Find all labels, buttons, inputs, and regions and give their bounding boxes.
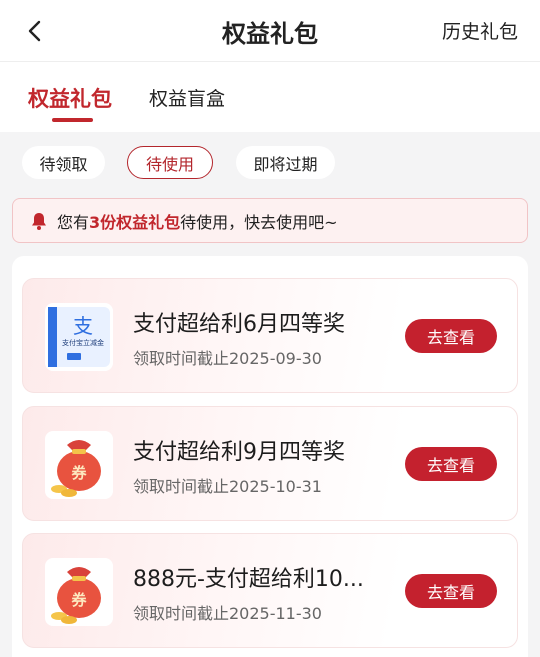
item-deadline: 领取时间截止2025-10-31: [133, 477, 322, 496]
list-item[interactable]: 支 支付宝立减金 支付超给利6月四等奖 领取时间截止2025-09-30 去查看: [22, 278, 518, 393]
list-item[interactable]: 券 888元-支付超给利10... 领取时间截止2025-11-30 去查看: [22, 533, 518, 648]
filter-bar: 待领取 待使用 即将过期: [0, 132, 540, 192]
view-button[interactable]: 去查看: [405, 574, 497, 608]
svg-text:支: 支: [73, 314, 93, 338]
notice-banner: 您有3份权益礼包待使用，快去使用吧~: [12, 198, 528, 243]
filter-to-claim[interactable]: 待领取: [22, 146, 105, 179]
bell-icon: [32, 212, 46, 230]
active-tab-indicator: [52, 118, 93, 122]
filter-to-use[interactable]: 待使用: [127, 146, 213, 179]
package-list: 支 支付宝立减金 支付超给利6月四等奖 领取时间截止2025-09-30 去查看…: [12, 256, 528, 657]
item-title: 支付超给利9月四等奖: [133, 440, 345, 465]
tab-benefit-blind-box[interactable]: 权益盲盒: [149, 84, 225, 111]
svg-text:券: 券: [71, 591, 87, 609]
alipay-coupon-icon: 支 支付宝立减金: [45, 303, 113, 371]
item-deadline: 领取时间截止2025-09-30: [133, 349, 322, 368]
view-button[interactable]: 去查看: [405, 447, 497, 481]
tab-benefit-packages[interactable]: 权益礼包: [28, 83, 112, 113]
filter-expiring-soon[interactable]: 即将过期: [236, 146, 335, 179]
item-title: 888元-支付超给利10...: [133, 567, 364, 592]
red-pouch-coupon-icon: 券: [45, 431, 113, 499]
top-bar: 权益礼包 历史礼包: [0, 0, 540, 62]
view-button[interactable]: 去查看: [405, 319, 497, 353]
notice-text: 您有3份权益礼包待使用，快去使用吧~: [57, 212, 338, 232]
list-item[interactable]: 券 支付超给利9月四等奖 领取时间截止2025-10-31 去查看: [22, 406, 518, 521]
svg-text:支付宝立减金: 支付宝立减金: [62, 338, 104, 347]
tab-bar: 权益礼包 权益盲盒: [0, 62, 540, 132]
item-deadline: 领取时间截止2025-11-30: [133, 604, 322, 623]
svg-text:券: 券: [71, 464, 87, 482]
red-pouch-coupon-icon: 券: [45, 558, 113, 626]
item-title: 支付超给利6月四等奖: [133, 312, 345, 337]
history-packages-link[interactable]: 历史礼包: [442, 17, 518, 44]
notice-count: 3份权益礼包: [89, 212, 181, 232]
